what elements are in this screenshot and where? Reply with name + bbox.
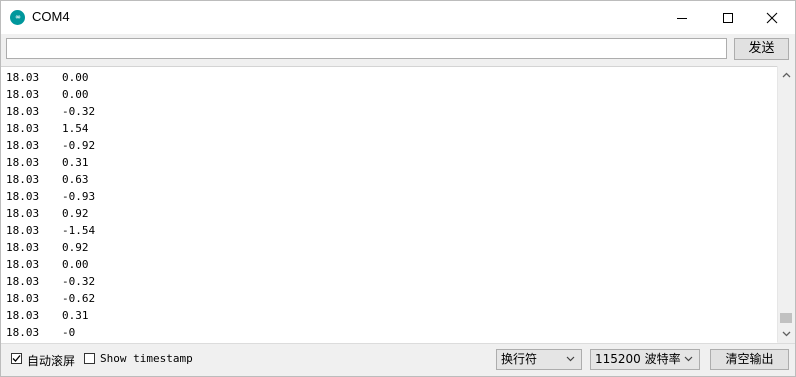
output-value-1: 18.03 (6, 122, 40, 135)
output-value-1: 18.03 (6, 139, 40, 152)
baud-rate-select[interactable]: 115200 波特率 (590, 349, 700, 370)
autoscroll-checkbox[interactable] (11, 353, 22, 364)
output-value-1: 18.03 (6, 173, 40, 186)
minimize-icon (677, 17, 687, 19)
send-button[interactable]: 发送 (734, 38, 789, 60)
send-row: 发送 (1, 34, 795, 65)
title-bar[interactable]: ∞ COM4 (1, 1, 795, 34)
output-value-2: 0.92 (62, 241, 89, 254)
output-value-1: 18.03 (6, 258, 40, 271)
scroll-thumb[interactable] (780, 313, 792, 323)
output-line: 18.03 0.00 (6, 256, 89, 273)
output-value-1: 18.03 (6, 88, 40, 101)
output-line: 18.03 -0.92 (6, 137, 95, 154)
baud-rate-value: 115200 波特率 (595, 352, 681, 366)
send-input[interactable] (6, 38, 727, 59)
output-value-1: 18.03 (6, 309, 40, 322)
output-value-1: 18.03 (6, 275, 40, 288)
output-line: 18.03 -0.32 (6, 103, 95, 120)
chevron-down-icon (782, 331, 791, 336)
output-value-2: -0.93 (62, 190, 96, 203)
output-value-2: 0.31 (62, 156, 89, 169)
window-title: COM4 (32, 9, 70, 24)
output-value-2: -0 (62, 326, 76, 339)
line-ending-select[interactable]: 换行符 (496, 349, 582, 370)
chevron-up-icon (782, 72, 791, 77)
arduino-logo-icon: ∞ (10, 10, 25, 25)
scroll-down-button[interactable] (778, 325, 795, 342)
output-value-2: 0.92 (62, 207, 89, 220)
timestamp-checkbox[interactable] (84, 353, 95, 364)
output-value-2: -0.32 (62, 275, 96, 288)
output-value-1: 18.03 (6, 241, 40, 254)
serial-monitor-window: ∞ COM4 发送 18.03 0.00 18.03 0.00 18.03 -0.32 18… (0, 0, 796, 377)
minimize-button[interactable] (659, 1, 705, 34)
output-line: 18.03 0.00 (6, 69, 89, 86)
output-value-2: -0.32 (62, 105, 96, 118)
output-value-1: 18.03 (6, 224, 40, 237)
autoscroll-label[interactable]: 自动滚屏 (27, 352, 75, 369)
chevron-down-icon (566, 356, 575, 362)
timestamp-label[interactable]: Show timestamp (100, 352, 193, 365)
output-line: 18.03 -1.54 (6, 222, 95, 239)
vertical-scrollbar[interactable] (777, 66, 795, 342)
output-line: 18.03 -0.62 (6, 290, 95, 307)
maximize-button[interactable] (705, 1, 751, 34)
close-button[interactable] (749, 1, 795, 34)
serial-output[interactable]: 18.03 0.00 18.03 0.00 18.03 -0.32 18.03 1.54 18.… (1, 66, 777, 343)
output-value-2: 0.63 (62, 173, 89, 186)
chevron-down-icon (684, 356, 693, 362)
line-ending-value: 换行符 (501, 352, 538, 366)
bottom-bar: 自动滚屏 Show timestamp 换行符 115200 波特率 清空输出 (1, 343, 795, 376)
output-value-2: 0.00 (62, 258, 89, 271)
output-value-1: 18.03 (6, 156, 40, 169)
output-line: 18.03 -0.32 (6, 273, 95, 290)
output-line: 18.03 0.31 (6, 307, 89, 324)
scroll-up-button[interactable] (778, 66, 795, 83)
output-value-1: 18.03 (6, 190, 40, 203)
output-value-2: -1.54 (62, 224, 96, 237)
output-value-2: 0.00 (62, 71, 89, 84)
output-line: 18.03 0.63 (6, 171, 89, 188)
output-line: 18.03 0.00 (6, 86, 89, 103)
output-line: 18.03 1.54 (6, 120, 89, 137)
maximize-icon (723, 12, 733, 23)
output-value-1: 18.03 (6, 71, 40, 84)
output-line: 18.03 0.92 (6, 205, 89, 222)
output-value-2: 0.31 (62, 309, 89, 322)
output-value-2: -0.62 (62, 292, 96, 305)
checkmark-icon (12, 355, 21, 362)
output-value-1: 18.03 (6, 207, 40, 220)
output-line: 18.03 -0 (6, 324, 75, 341)
output-line: 18.03 0.92 (6, 239, 89, 256)
output-value-1: 18.03 (6, 326, 40, 339)
output-value-2: 1.54 (62, 122, 89, 135)
output-value-1: 18.03 (6, 292, 40, 305)
output-value-2: 0.00 (62, 88, 89, 101)
clear-output-button[interactable]: 清空输出 (710, 349, 789, 370)
output-value-2: -0.92 (62, 139, 96, 152)
output-line: 18.03 -0.93 (6, 188, 95, 205)
output-line: 18.03 0.31 (6, 154, 89, 171)
output-value-1: 18.03 (6, 105, 40, 118)
close-icon (766, 12, 778, 23)
